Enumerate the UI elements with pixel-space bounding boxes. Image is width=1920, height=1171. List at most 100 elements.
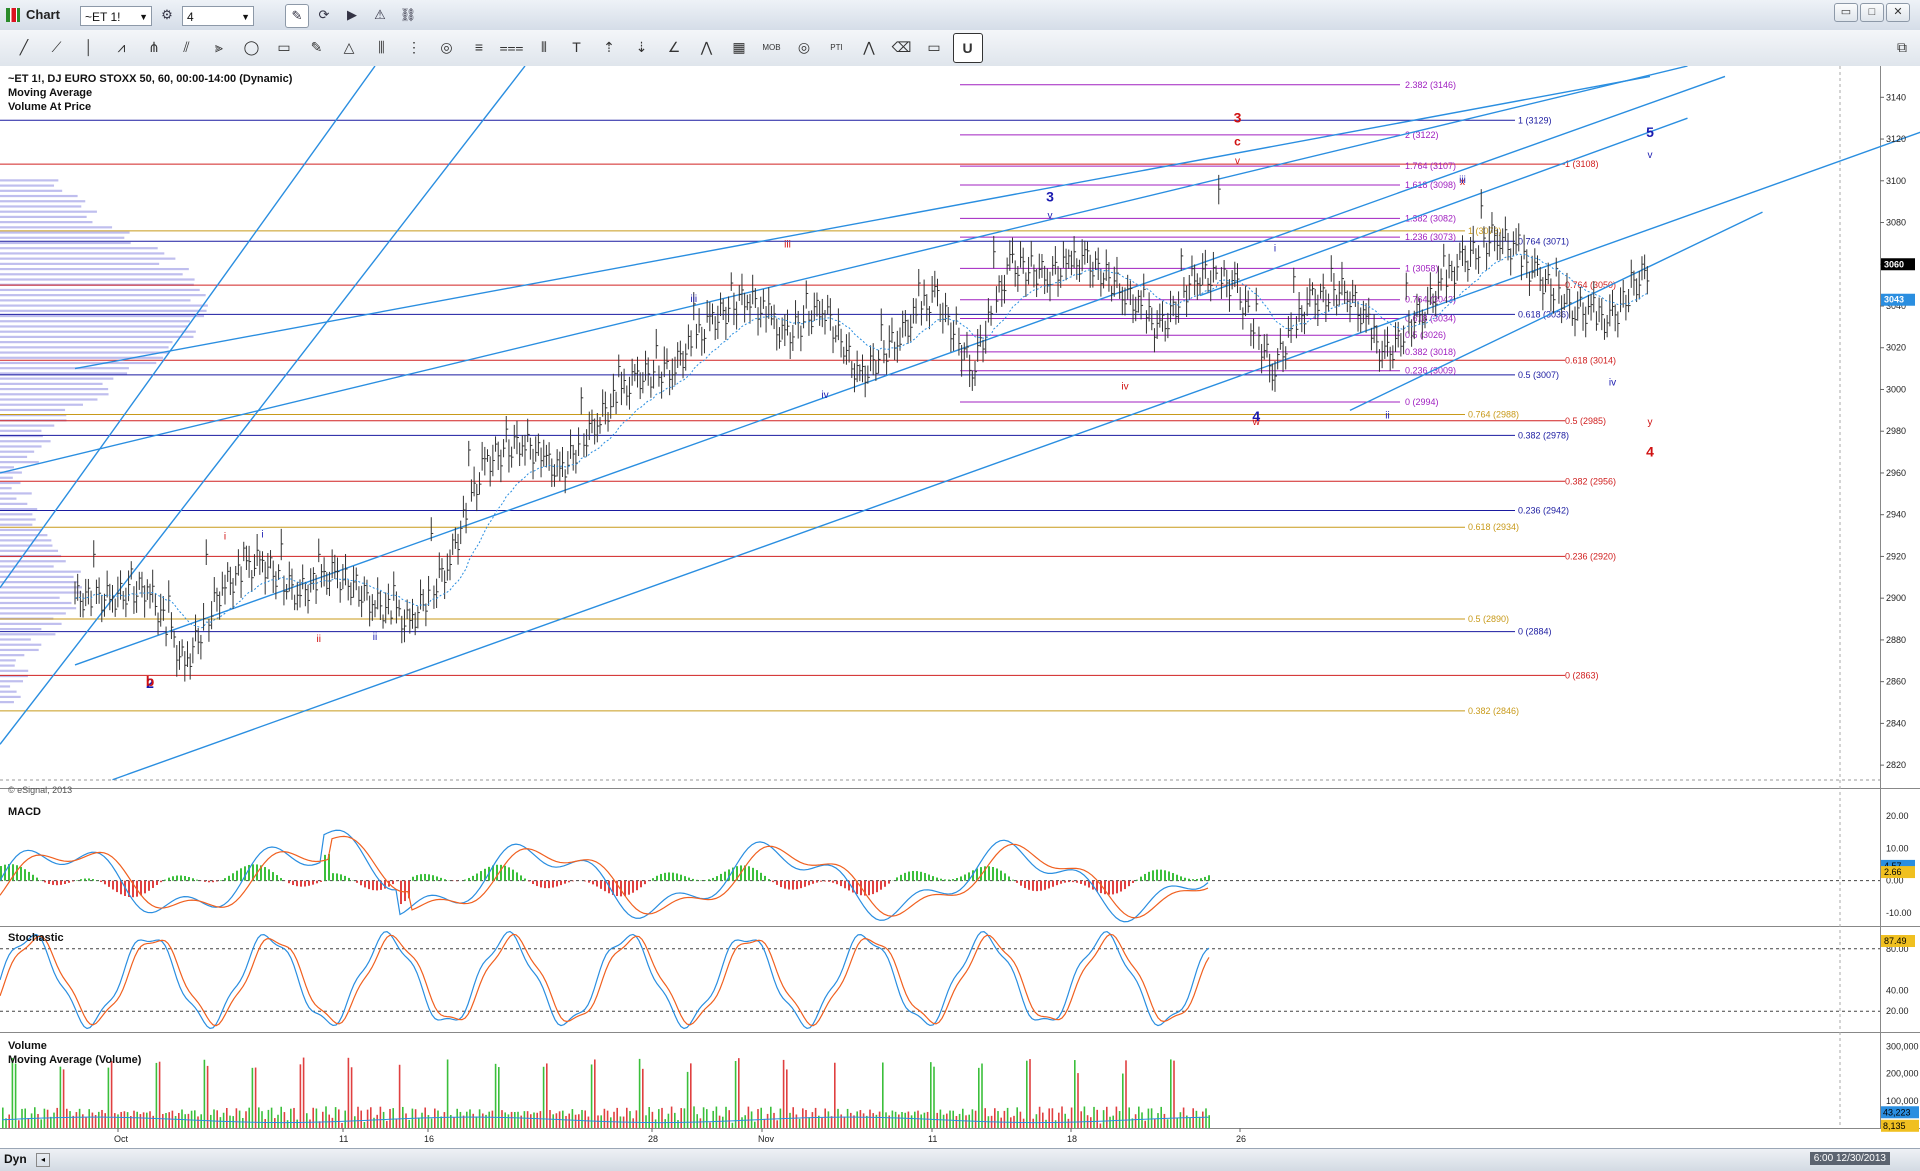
volume-bar <box>863 1113 865 1128</box>
volume-bar <box>392 1108 394 1128</box>
text-tool-icon[interactable]: T <box>563 33 591 61</box>
volume-bar <box>245 1111 247 1128</box>
link-icon[interactable]: ⚙ <box>156 4 178 26</box>
macd-histogram-bar <box>1012 880 1014 881</box>
gann-fan-icon[interactable]: ⫸ <box>205 33 233 61</box>
macd-histogram-bar <box>356 881 358 883</box>
cycle-lines-icon[interactable]: ⦀ <box>530 33 558 61</box>
spiral-icon[interactable]: ◎ <box>433 33 461 61</box>
wave-label: 4 <box>1252 408 1260 424</box>
interval-input[interactable]: 4▼ <box>182 6 254 26</box>
line-tool-icon[interactable]: ╱ <box>10 33 38 61</box>
elliott-icon[interactable]: ⋀ <box>855 33 883 61</box>
macd-histogram-bar <box>952 879 954 881</box>
table-icon[interactable]: ▦ <box>725 33 753 61</box>
dynamic-mode-label[interactable]: Dyn <box>4 1152 27 1166</box>
vap-bar <box>0 539 51 541</box>
volume-bar <box>1196 1111 1198 1128</box>
macd-histogram-bar <box>404 881 406 901</box>
volume-bar <box>92 1113 94 1128</box>
volume-bar <box>418 1118 420 1128</box>
window-titlebar: Chart ~ET 1!▼ ⚙ 4▼ ✎ ⟳ ▶ ⚠ ⛓ ▭ □ ✕ <box>0 0 1920 31</box>
wave-label: 5 <box>1646 124 1654 140</box>
macd-histogram-bar <box>568 881 570 883</box>
volume-bar <box>1119 1111 1121 1128</box>
ellipse-icon[interactable]: ◯ <box>238 33 266 61</box>
volume-bar <box>616 1108 618 1128</box>
parallel-channel-icon[interactable]: ⫼ <box>368 33 396 61</box>
triangle-icon[interactable]: △ <box>335 33 363 61</box>
macd-histogram-bar <box>104 881 106 885</box>
chart-canvas[interactable]: 1 (3108)0.764 (3050)0.618 (3014)0.5 (298… <box>0 66 1920 1148</box>
angle-icon[interactable]: ∠ <box>660 33 688 61</box>
volume-bar <box>357 1107 359 1128</box>
symbol-input[interactable]: ~ET 1!▼ <box>80 6 152 26</box>
wave-tool-icon[interactable]: ⩘ <box>108 33 136 61</box>
restore-button[interactable]: ▭ <box>1834 3 1858 22</box>
volume-bar <box>79 1109 81 1128</box>
vertical-line-icon[interactable]: │ <box>75 33 103 61</box>
volume-bar <box>1167 1119 1169 1128</box>
play-icon[interactable]: ▶ <box>341 4 363 26</box>
arrow-down-icon[interactable]: ⇣ <box>628 33 656 61</box>
fib-retracement-icon[interactable]: ≡ <box>465 33 493 61</box>
volume-bar <box>962 1109 964 1128</box>
rectangle-icon[interactable]: ▭ <box>270 33 298 61</box>
trend-angle-icon[interactable]: ⋀ <box>693 33 721 61</box>
volume-bar <box>296 1120 298 1128</box>
macd-histogram-bar <box>1004 873 1006 880</box>
volume-bar <box>876 1115 878 1128</box>
eraser-icon[interactable]: ⌫ <box>888 33 916 61</box>
arrow-up-icon[interactable]: ⇡ <box>595 33 623 61</box>
macd-histogram-bar <box>596 881 598 887</box>
volume-bar <box>632 1118 634 1128</box>
macd-histogram-bar <box>992 867 994 881</box>
macd-tick-label: 20.00 <box>1886 811 1909 821</box>
chevron-down-icon[interactable]: ▼ <box>139 7 148 27</box>
volume-bar <box>28 1118 30 1128</box>
snapshot-icon[interactable]: ⧉ <box>1888 33 1916 61</box>
status-bar: Dyn ◂ 6:00 12/30/2013 <box>0 1148 1920 1171</box>
wave-label: iv <box>821 390 828 401</box>
pencil-icon[interactable]: ✎ <box>303 33 331 61</box>
volume-bar <box>690 1063 692 1128</box>
volume-bar <box>152 1116 154 1128</box>
volume-bar <box>332 1118 334 1128</box>
mob-icon[interactable]: MOB <box>758 33 786 61</box>
macd-histogram-bar <box>472 876 474 881</box>
magnet-icon[interactable]: U <box>953 33 983 63</box>
volume-bar <box>184 1114 186 1128</box>
mmo-icon[interactable]: ◎ <box>790 33 818 61</box>
chevron-down-icon[interactable]: ▼ <box>241 7 250 27</box>
volume-bar <box>373 1118 375 1128</box>
volume-bar <box>223 1113 225 1128</box>
volume-bar <box>1160 1107 1162 1128</box>
macd-histogram-bar <box>812 881 814 884</box>
fib-level-label: 0.382 (2956) <box>1565 476 1616 486</box>
macd-histogram-bar <box>776 881 778 885</box>
volume-bar <box>12 1058 14 1128</box>
chart-type-icon[interactable]: ⟳ <box>313 4 335 26</box>
volume-bar <box>1048 1108 1050 1128</box>
vap-bar <box>0 185 54 187</box>
macd-histogram-bar <box>756 870 758 881</box>
alert-icon[interactable]: ⚠ <box>369 4 391 26</box>
close-button[interactable]: ✕ <box>1886 3 1910 22</box>
fib-extension-icon[interactable]: ⩶ <box>498 33 526 61</box>
pti-icon[interactable]: PTI <box>823 33 851 61</box>
regression-channel-icon[interactable]: ⋮ <box>400 33 428 61</box>
link-chain-icon[interactable]: ⛓ <box>397 4 419 26</box>
scroll-left-icon[interactable]: ◂ <box>36 1153 50 1167</box>
volume-bar <box>930 1062 932 1128</box>
maximize-button[interactable]: □ <box>1860 3 1884 22</box>
chart-area[interactable]: 1 (3108)0.764 (3050)0.618 (3014)0.5 (298… <box>0 66 1920 1148</box>
volume-bar <box>770 1107 772 1128</box>
draw-mode-icon[interactable]: ✎ <box>285 4 309 28</box>
pitchfork-icon[interactable]: ⋔ <box>140 33 168 61</box>
ray-tool-icon[interactable]: ⟋ <box>43 33 71 61</box>
fib-fan-icon[interactable]: ⫽ <box>173 33 201 61</box>
volume-bar <box>716 1107 718 1128</box>
volume-bar <box>114 1113 116 1128</box>
comment-icon[interactable]: ▭ <box>920 33 948 61</box>
volume-bar <box>1020 1112 1022 1128</box>
